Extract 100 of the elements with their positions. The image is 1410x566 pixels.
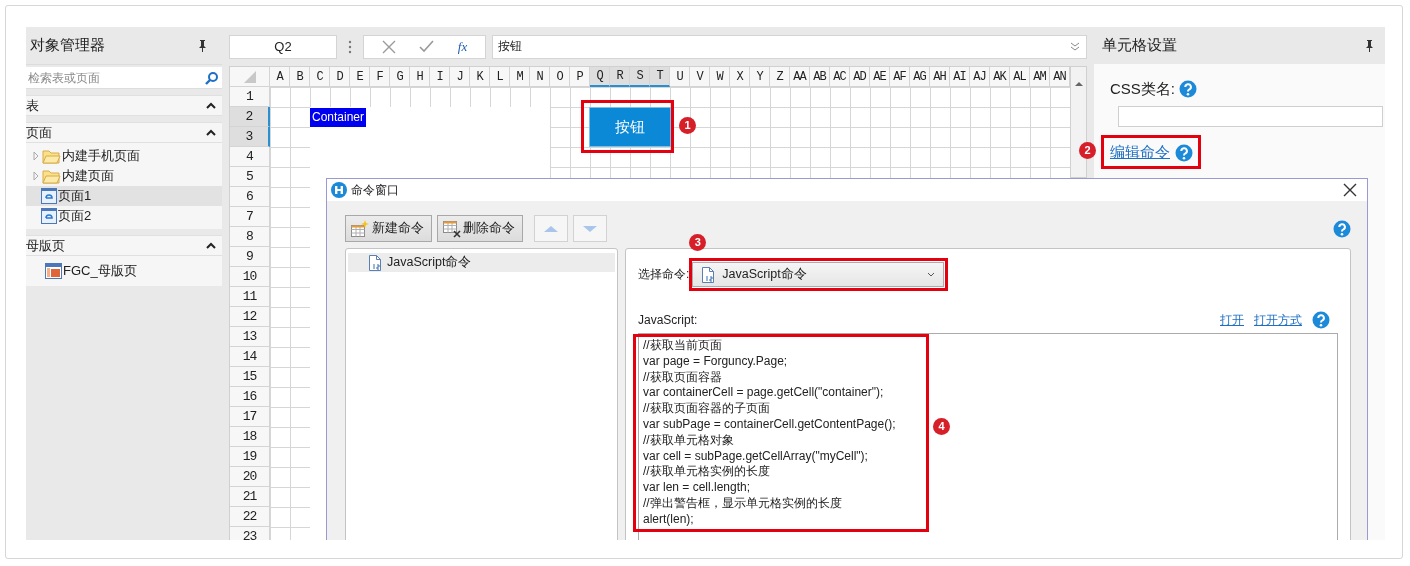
collapsed-triangle-icon[interactable] <box>32 151 41 161</box>
double-chevron-down-icon[interactable] <box>1070 42 1080 51</box>
row-header[interactable]: 22 <box>230 507 270 527</box>
column-header[interactable]: H <box>410 67 430 87</box>
row-header[interactable]: 20 <box>230 467 270 487</box>
column-header[interactable]: W <box>710 67 730 87</box>
column-header[interactable]: AL <box>1010 67 1030 87</box>
column-header[interactable]: AM <box>1030 67 1050 87</box>
column-header[interactable]: AB <box>810 67 830 87</box>
function-button[interactable]: fx <box>457 38 468 55</box>
column-header[interactable]: O <box>550 67 570 87</box>
column-header[interactable]: M <box>510 67 530 87</box>
section-header[interactable]: 页面 <box>26 122 222 143</box>
row-header[interactable]: 18 <box>230 427 270 447</box>
row-header[interactable]: 9 <box>230 247 270 267</box>
pin-icon[interactable] <box>1364 38 1375 53</box>
delete-command-button[interactable]: 删除命令 <box>437 215 523 242</box>
help-icon[interactable] <box>1312 311 1330 329</box>
column-header[interactable]: D <box>330 67 350 87</box>
column-header[interactable]: U <box>670 67 690 87</box>
new-command-button[interactable]: 新建命令 <box>345 215 432 242</box>
css-class-field[interactable] <box>1118 106 1383 127</box>
column-header[interactable]: C <box>310 67 330 87</box>
column-header[interactable]: R <box>610 67 630 87</box>
column-header[interactable]: AJ <box>970 67 990 87</box>
column-header[interactable]: J <box>450 67 470 87</box>
up-arrow-icon[interactable] <box>1073 81 1084 87</box>
formula-field[interactable]: 按钮 <box>492 34 1087 59</box>
row-header[interactable]: 4 <box>230 147 270 167</box>
search-icon[interactable] <box>204 71 218 85</box>
tree-item[interactable]: 内建手机页面 <box>26 146 222 166</box>
row-header[interactable]: 12 <box>230 307 270 327</box>
chevron-down-icon[interactable] <box>927 272 936 277</box>
column-header[interactable]: AC <box>830 67 850 87</box>
column-header[interactable]: N <box>530 67 550 87</box>
tree-item[interactable]: 内建页面 <box>26 166 222 186</box>
row-header[interactable]: 11 <box>230 287 270 307</box>
column-header[interactable]: Y <box>750 67 770 87</box>
caret-up-icon[interactable] <box>206 101 216 110</box>
cell-reference-field[interactable]: Q2 <box>229 34 337 59</box>
column-header[interactable]: F <box>370 67 390 87</box>
column-header[interactable]: K <box>470 67 490 87</box>
link[interactable]: 打开方式 <box>1254 311 1302 329</box>
scrollbar[interactable] <box>1070 66 1087 178</box>
row-header[interactable]: 19 <box>230 447 270 467</box>
column-header[interactable]: AH <box>930 67 950 87</box>
search-field[interactable]: 检索表或页面 <box>26 67 222 89</box>
row-header[interactable]: 23 <box>230 527 270 540</box>
column-header[interactable]: AK <box>990 67 1010 87</box>
column-header[interactable]: AI <box>950 67 970 87</box>
cancel-icon[interactable] <box>381 39 396 54</box>
column-header[interactable]: AG <box>910 67 930 87</box>
tree-item[interactable]: 页面1 <box>26 186 222 206</box>
section-header[interactable]: 表 <box>26 95 222 116</box>
row-header[interactable]: 5 <box>230 167 270 187</box>
row-header[interactable]: 10 <box>230 267 270 287</box>
command-item[interactable]: JavaScript命令 <box>348 253 615 272</box>
close-icon[interactable] <box>1343 183 1357 197</box>
column-header[interactable]: AD <box>850 67 870 87</box>
row-header[interactable]: 1 <box>230 87 270 107</box>
help-icon[interactable] <box>1179 80 1197 98</box>
help-icon[interactable] <box>1175 143 1193 162</box>
row-header[interactable]: 7 <box>230 207 270 227</box>
column-header[interactable]: AA <box>790 67 810 87</box>
column-header[interactable]: AF <box>890 67 910 87</box>
column-header[interactable]: P <box>570 67 590 87</box>
tree-item[interactable]: 页面2 <box>26 206 222 226</box>
column-header[interactable]: Z <box>770 67 790 87</box>
column-header[interactable]: I <box>430 67 450 87</box>
check-icon[interactable] <box>419 40 435 53</box>
column-header[interactable]: E <box>350 67 370 87</box>
column-header[interactable]: S <box>630 67 650 87</box>
column-header[interactable]: X <box>730 67 750 87</box>
row-header[interactable]: 8 <box>230 227 270 247</box>
caret-up-icon[interactable] <box>206 128 216 137</box>
column-header[interactable]: L <box>490 67 510 87</box>
column-header[interactable]: AN <box>1050 67 1070 87</box>
row-header[interactable]: 2 <box>230 107 270 127</box>
row-header[interactable]: 14 <box>230 347 270 367</box>
column-header[interactable]: T <box>650 67 670 87</box>
row-header[interactable]: 15 <box>230 367 270 387</box>
column-header[interactable]: B <box>290 67 310 87</box>
row-header[interactable]: 16 <box>230 387 270 407</box>
collapsed-triangle-icon[interactable] <box>32 171 41 181</box>
column-header[interactable]: AE <box>870 67 890 87</box>
column-header[interactable]: Q <box>590 67 610 87</box>
caret-up-icon[interactable] <box>206 241 216 250</box>
link[interactable]: 打开 <box>1220 311 1244 329</box>
row-header[interactable]: 13 <box>230 327 270 347</box>
column-header[interactable]: A <box>270 67 290 87</box>
row-header[interactable]: 21 <box>230 487 270 507</box>
pin-icon[interactable] <box>197 38 208 53</box>
sheet-button[interactable]: 按钮 <box>589 107 671 147</box>
column-header[interactable]: G <box>390 67 410 87</box>
section-header[interactable]: 母版页 <box>26 235 222 256</box>
row-header[interactable]: 6 <box>230 187 270 207</box>
row-header[interactable]: 3 <box>230 127 270 147</box>
help-icon[interactable] <box>1333 219 1351 238</box>
column-header[interactable]: V <box>690 67 710 87</box>
edit-command-link[interactable]: 编辑命令 <box>1110 143 1170 162</box>
